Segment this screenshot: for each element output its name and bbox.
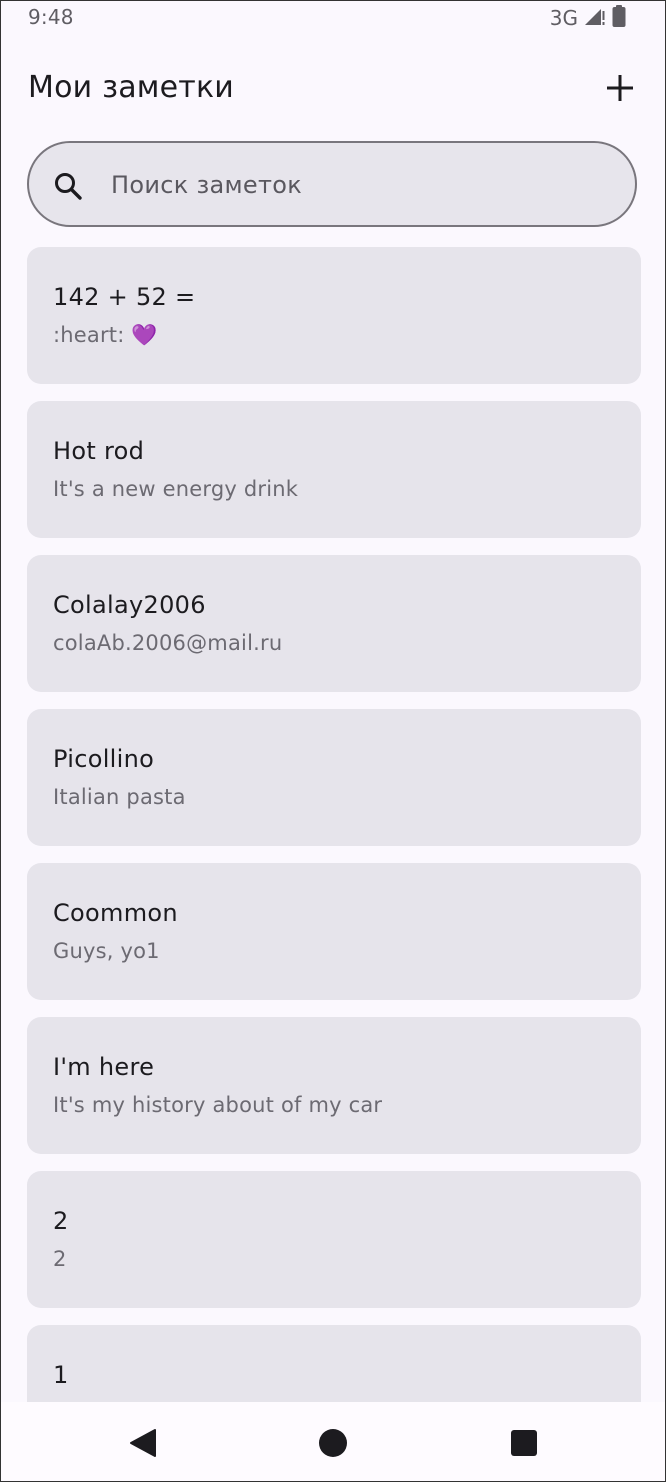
- status-bar: 9:48 3G: [0, 0, 666, 34]
- note-card[interactable]: Coommon Guys, yo1: [27, 863, 641, 1000]
- note-body: It's a new energy drink: [53, 477, 299, 501]
- network-type: 3G: [549, 6, 578, 30]
- nav-home-button[interactable]: [316, 1426, 350, 1460]
- notes-list: 142 + 52 = :heart: 💜 Hot rod It's a new …: [27, 247, 641, 1402]
- note-body: :heart: 💜: [53, 323, 158, 347]
- note-title: I'm here: [53, 1053, 155, 1081]
- battery-icon: [612, 5, 626, 31]
- plus-icon: [607, 75, 633, 101]
- note-body: It's my history about of my car: [53, 1093, 383, 1117]
- note-title: Colalay2006: [53, 591, 206, 619]
- search-icon: [55, 173, 82, 200]
- note-card[interactable]: 1: [27, 1325, 641, 1402]
- note-body: 2: [53, 1247, 67, 1271]
- note-body: Italian pasta: [53, 785, 186, 809]
- note-title: 1: [53, 1361, 69, 1389]
- nav-back-button[interactable]: [126, 1426, 160, 1460]
- page-title: Мои заметки: [28, 70, 234, 105]
- search-input[interactable]: [111, 163, 611, 207]
- note-body: Guys, yo1: [53, 939, 160, 963]
- note-body: colaAb.2006@mail.ru: [53, 631, 283, 655]
- note-card[interactable]: 142 + 52 = :heart: 💜: [27, 247, 641, 384]
- nav-recents-button[interactable]: [507, 1426, 541, 1460]
- search-bar[interactable]: [27, 141, 637, 227]
- status-time: 9:48: [28, 5, 74, 29]
- back-triangle-icon: [130, 1429, 156, 1457]
- note-card[interactable]: Picollino Italian pasta: [27, 709, 641, 846]
- note-title: Coommon: [53, 899, 178, 927]
- note-title: Hot rod: [53, 437, 145, 465]
- recents-square-icon: [511, 1430, 537, 1456]
- note-title: Picollino: [53, 745, 155, 773]
- home-circle-icon: [319, 1429, 347, 1457]
- signal-icon: [584, 6, 606, 30]
- note-title: 142 + 52 =: [53, 283, 196, 311]
- note-card[interactable]: Hot rod It's a new energy drink: [27, 401, 641, 538]
- note-card[interactable]: 2 2: [27, 1171, 641, 1308]
- system-nav-bar: [0, 1402, 666, 1482]
- add-note-button[interactable]: [596, 64, 644, 112]
- note-card[interactable]: I'm here It's my history about of my car: [27, 1017, 641, 1154]
- note-card[interactable]: Colalay2006 colaAb.2006@mail.ru: [27, 555, 641, 692]
- note-title: 2: [53, 1207, 69, 1235]
- status-indicators: 3G: [550, 5, 626, 31]
